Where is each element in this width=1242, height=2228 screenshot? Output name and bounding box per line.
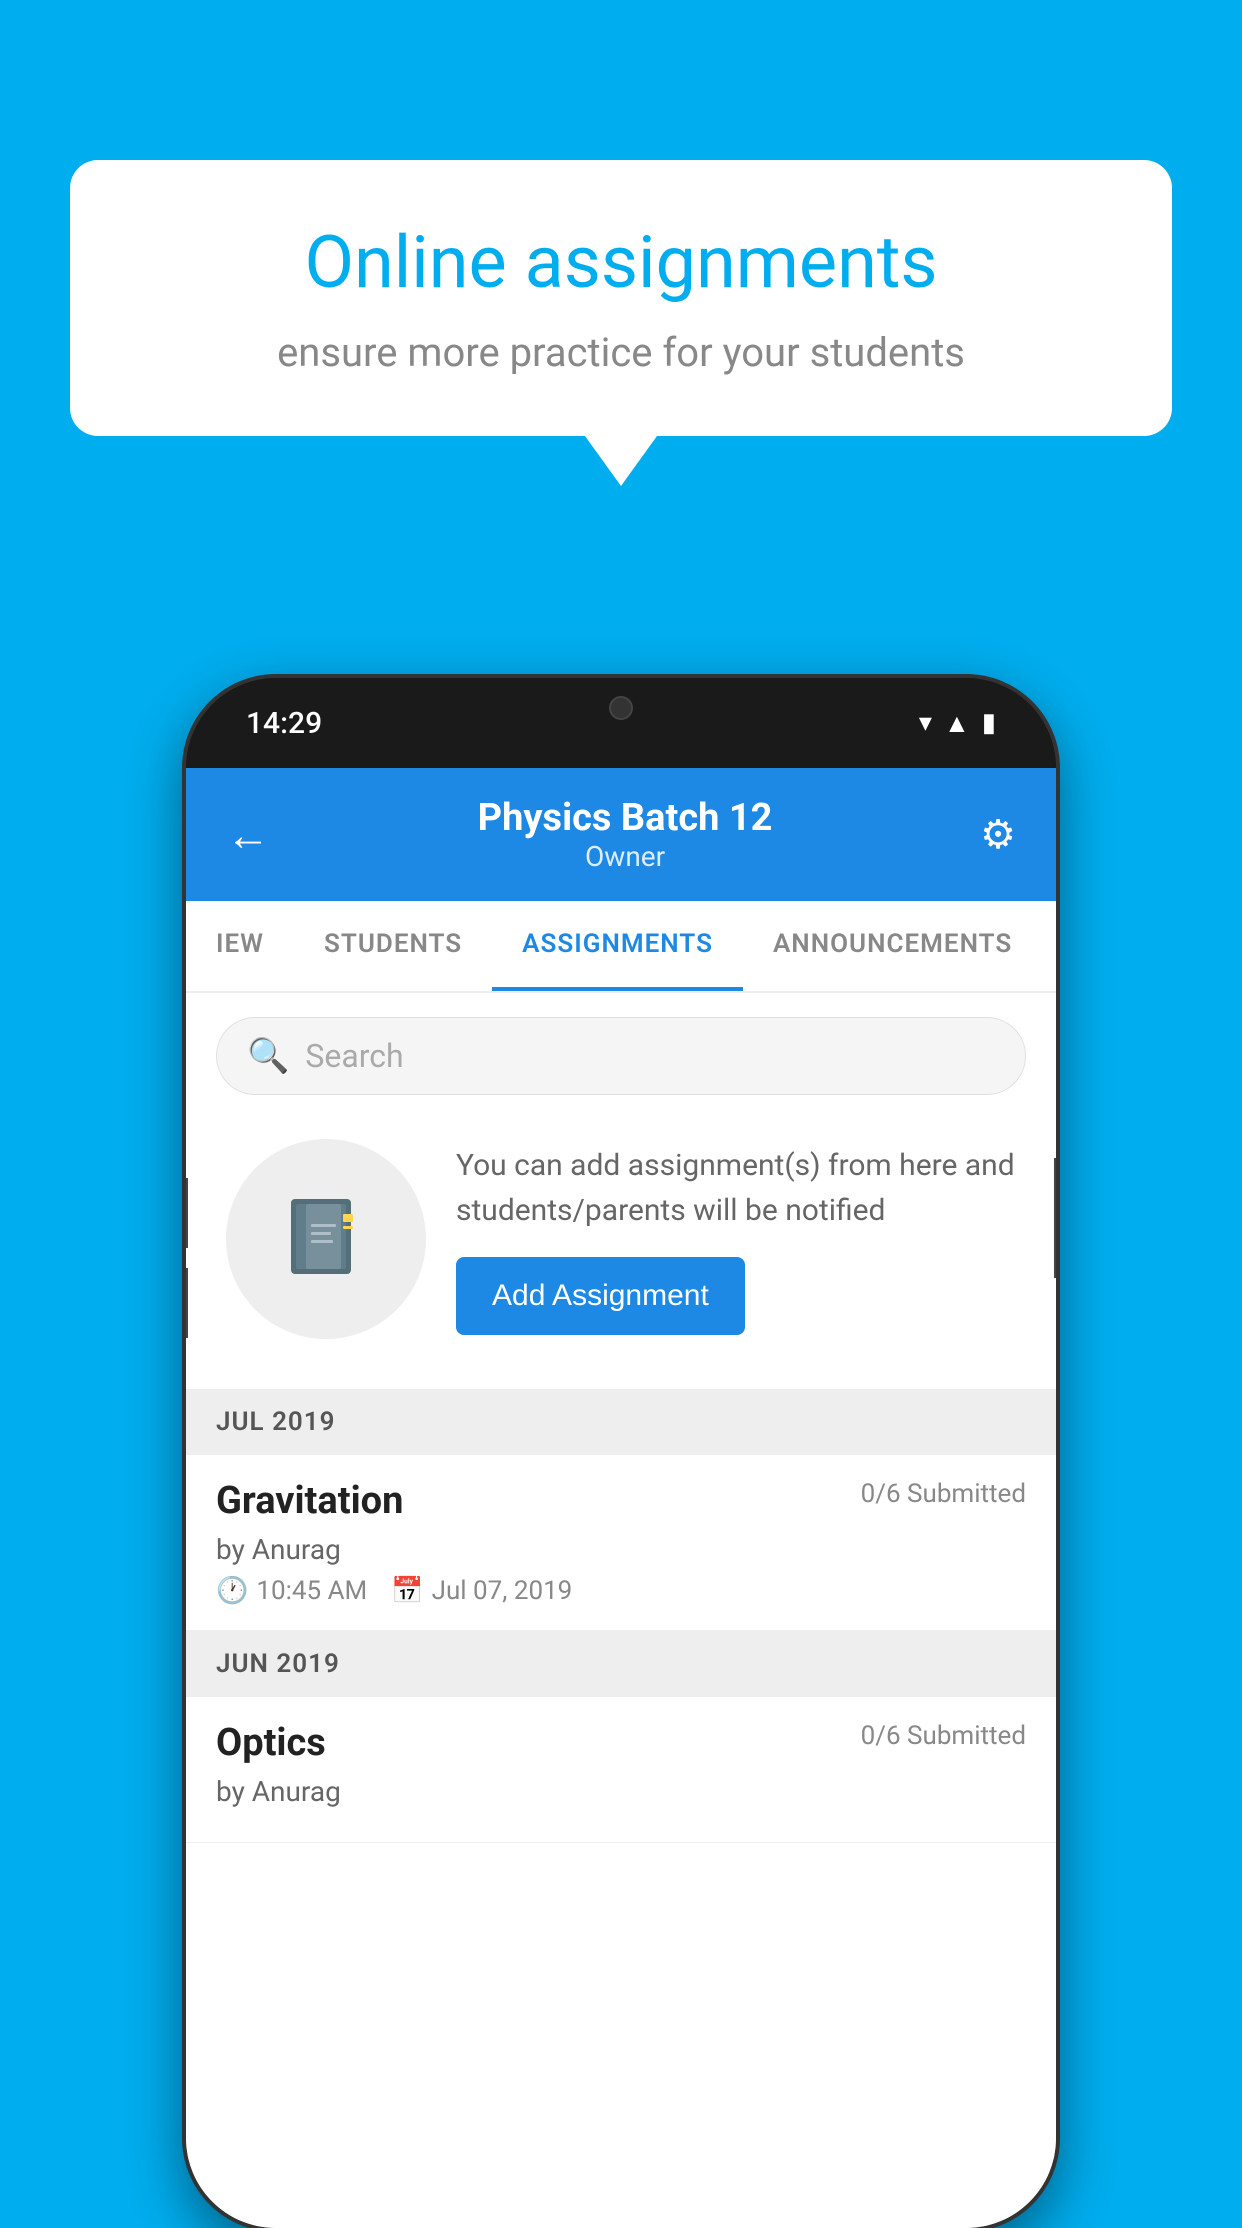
speech-bubble-subtitle: ensure more practice for your students (140, 329, 1102, 376)
tab-assignments[interactable]: ASSIGNMENTS (492, 901, 743, 991)
volume-up-button (186, 1178, 188, 1248)
phone-screen: ← Physics Batch 12 Owner ⚙ IEW STUDENTS … (186, 768, 1056, 2228)
tab-view[interactable]: IEW (186, 901, 294, 991)
calendar-icon: 📅 (391, 1576, 423, 1606)
status-bar: 14:29 ▾ ▲ ▮ (186, 678, 1056, 768)
speech-bubble-title: Online assignments (140, 220, 1102, 305)
battery-icon: ▮ (982, 708, 996, 738)
notebook-svg (281, 1194, 371, 1284)
assignment-item-optics[interactable]: Optics 0/6 Submitted by Anurag (186, 1697, 1056, 1843)
clock-icon: 🕐 (216, 1576, 248, 1606)
tab-announcements[interactable]: ANNOUNCEMENTS (743, 901, 1042, 991)
power-btn (1054, 1158, 1056, 1278)
empty-state-card: You can add assignment(s) from here and … (216, 1119, 1026, 1359)
speech-bubble-tail (585, 436, 657, 486)
camera (609, 696, 633, 720)
volume-buttons (186, 1178, 188, 1338)
assignment-date-gravitation: 📅 Jul 07, 2019 (391, 1576, 572, 1606)
empty-state-description: You can add assignment(s) from here and … (456, 1143, 1016, 1233)
assignment-name-gravitation: Gravitation (216, 1479, 403, 1523)
app-bar: ← Physics Batch 12 Owner ⚙ (186, 768, 1056, 901)
search-icon: 🔍 (247, 1036, 289, 1076)
assignment-date-value: Jul 07, 2019 (432, 1576, 573, 1606)
assignment-meta-gravitation: 🕐 10:45 AM 📅 Jul 07, 2019 (216, 1576, 1026, 1606)
status-icons: ▾ ▲ ▮ (919, 708, 996, 739)
add-assignment-button[interactable]: Add Assignment (456, 1257, 745, 1335)
search-bar[interactable]: 🔍 Search (216, 1017, 1026, 1095)
search-placeholder: Search (305, 1037, 403, 1075)
notch (521, 678, 721, 738)
tab-students[interactable]: STUDENTS (294, 901, 492, 991)
assignment-author-gravitation: by Anurag (216, 1533, 1026, 1566)
section-header-jul: JUL 2019 (186, 1389, 1056, 1455)
volume-down-button (186, 1268, 188, 1338)
settings-icon[interactable]: ⚙ (980, 811, 1016, 858)
assignment-name-optics: Optics (216, 1721, 326, 1765)
phone-frame: 14:29 ▾ ▲ ▮ ← Physics Batch 12 Owner ⚙ I… (186, 678, 1056, 2228)
app-bar-center: Physics Batch 12 Owner (478, 796, 773, 873)
section-header-jun: JUN 2019 (186, 1631, 1056, 1697)
speech-bubble: Online assignments ensure more practice … (70, 160, 1172, 436)
empty-state-icon (226, 1139, 426, 1339)
tabs-container: IEW STUDENTS ASSIGNMENTS ANNOUNCEMENTS (186, 901, 1056, 993)
signal-icon: ▲ (944, 708, 970, 739)
empty-state-content: You can add assignment(s) from here and … (456, 1143, 1016, 1335)
assignment-item-top-optics: Optics 0/6 Submitted (216, 1721, 1026, 1765)
assignment-submitted-gravitation: 0/6 Submitted (861, 1479, 1026, 1509)
assignment-submitted-optics: 0/6 Submitted (861, 1721, 1026, 1751)
assignment-item-gravitation[interactable]: Gravitation 0/6 Submitted by Anurag 🕐 10… (186, 1455, 1056, 1631)
back-button[interactable]: ← (226, 809, 270, 861)
app-bar-subtitle: Owner (478, 840, 773, 873)
content-area: 🔍 Search (186, 993, 1056, 2228)
status-time: 14:29 (246, 706, 322, 741)
wifi-icon: ▾ (919, 708, 932, 738)
assignment-item-top: Gravitation 0/6 Submitted (216, 1479, 1026, 1523)
assignment-author-optics: by Anurag (216, 1775, 1026, 1808)
assignment-time-gravitation: 🕐 10:45 AM (216, 1576, 367, 1606)
power-button (1054, 1158, 1056, 1278)
app-bar-title: Physics Batch 12 (478, 796, 773, 840)
speech-bubble-container: Online assignments ensure more practice … (70, 160, 1172, 486)
assignment-time-value: 10:45 AM (256, 1576, 367, 1606)
